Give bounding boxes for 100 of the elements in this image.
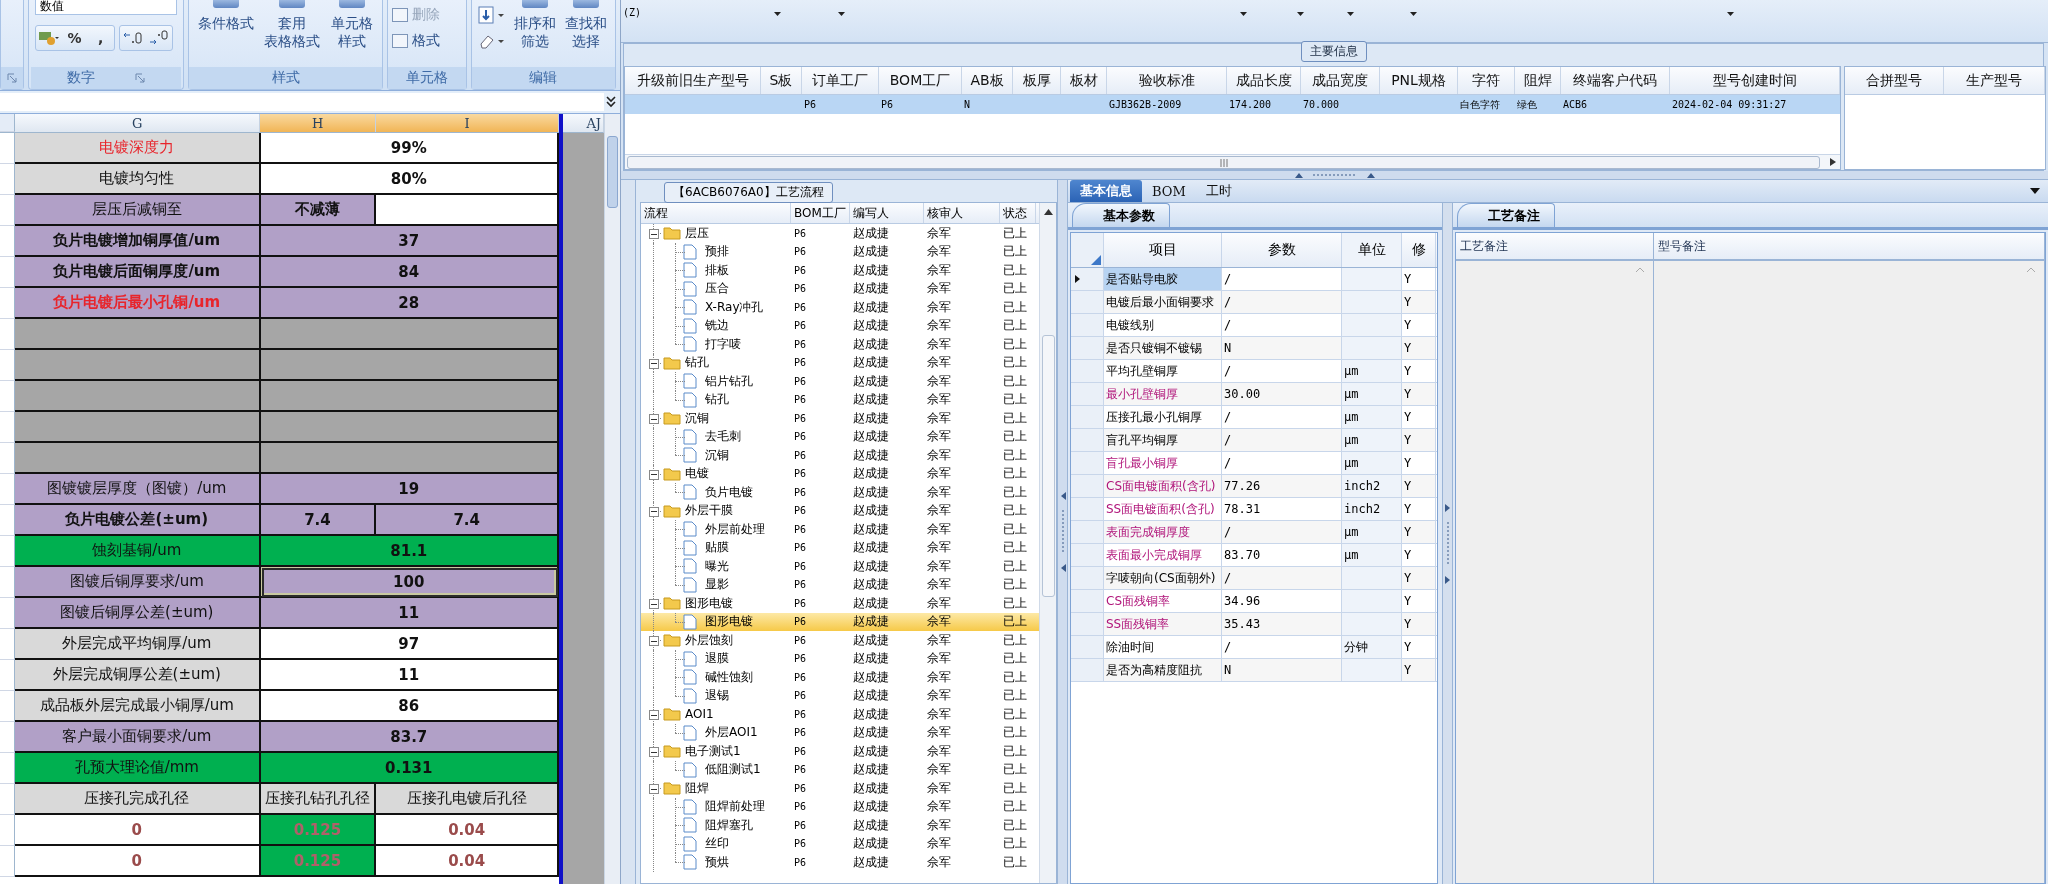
- collapse-toggle[interactable]: [649, 784, 659, 794]
- column-header[interactable]: 验收标准: [1107, 67, 1227, 94]
- expand-icon[interactable]: [604, 94, 618, 110]
- collapse-toggle[interactable]: [649, 358, 659, 369]
- scroll-up-icon[interactable]: [1043, 209, 1053, 215]
- table-row[interactable]: P6 P6 N GJB362B-2009 174.200 70.000 白色字符 绿色 ACB6 2024-02-04 09:31:27: [625, 95, 1840, 114]
- tree-row[interactable]: 退锡 P6 赵成捷 佘军 已上: [641, 686, 1039, 705]
- column-header[interactable]: 合拼型号: [1845, 67, 1944, 94]
- horizontal-scrollbar[interactable]: [625, 154, 1840, 169]
- tree-row[interactable]: AOI1 P6 赵成捷 佘军 已上: [641, 705, 1039, 724]
- ribbon-button[interactable]: 单元格 样式: [328, 0, 375, 50]
- column-header[interactable]: 工艺备注: [1456, 233, 1654, 259]
- collapse-toggle[interactable]: [649, 414, 659, 424]
- tree-row[interactable]: X-Ray冲孔 P6 赵成捷 佘军 已上: [641, 298, 1039, 317]
- row-header[interactable]: [1071, 268, 1104, 290]
- caret-icon[interactable]: [1410, 12, 1417, 16]
- column-header[interactable]: 成品长度: [1227, 67, 1301, 94]
- tree-row[interactable]: 显影 P6 赵成捷 佘军 已上: [641, 575, 1039, 594]
- tree-row[interactable]: 贴膜 P6 赵成捷 佘军 已上: [641, 538, 1039, 557]
- scroll-right-icon[interactable]: [1830, 158, 1836, 166]
- number-format-dropdown[interactable]: 数值: [34, 0, 178, 15]
- tab[interactable]: 工艺备注: [1457, 203, 1555, 227]
- column-header[interactable]: 项目: [1104, 233, 1222, 267]
- collapse-toggle[interactable]: [649, 506, 659, 517]
- tree-row[interactable]: 钻孔 P6 赵成捷 佘军 已上: [641, 390, 1039, 409]
- column-header[interactable]: 板材: [1061, 67, 1107, 94]
- ribbon-button[interactable]: 排序和 筛选: [512, 0, 559, 50]
- tree-row[interactable]: 层压 P6 赵成捷 佘军 已上: [641, 224, 1039, 243]
- tab[interactable]: 基本参数: [1072, 203, 1170, 227]
- collapse-toggle[interactable]: [649, 599, 659, 609]
- column-header[interactable]: BOM工厂: [791, 203, 850, 223]
- column-header[interactable]: S板: [761, 67, 802, 94]
- tree-row[interactable]: 铝片钻孔 P6 赵成捷 佘军 已上: [641, 372, 1039, 391]
- column-header[interactable]: AB板: [962, 67, 1013, 94]
- ribbon-button[interactable]: 条件格式: [196, 0, 257, 32]
- column-header[interactable]: 终端客户代码: [1561, 67, 1670, 94]
- select-all-corner[interactable]: [0, 114, 15, 132]
- splitter-handle-icon[interactable]: [1294, 172, 1375, 178]
- caret-icon[interactable]: [1727, 12, 1734, 16]
- tree-row[interactable]: 阻焊塞孔 P6 赵成捷 佘军 已上: [641, 816, 1039, 835]
- column-header[interactable]: 流程: [641, 203, 791, 223]
- collapse-toggle[interactable]: [649, 747, 659, 757]
- splitter-handle-icon[interactable]: [1059, 492, 1066, 572]
- caret-icon[interactable]: [1297, 12, 1304, 16]
- tree-row[interactable]: 外层干膜 P6 赵成捷 佘军 已上: [641, 501, 1039, 520]
- caret-icon[interactable]: [774, 12, 781, 16]
- column-header[interactable]: 核审人: [924, 203, 1000, 223]
- collapse-toggle[interactable]: [649, 469, 659, 480]
- tree-row[interactable]: 阻焊 P6 赵成捷 佘军 已上: [641, 779, 1039, 798]
- column-header[interactable]: 成品宽度: [1301, 67, 1380, 94]
- column-header[interactable]: I: [376, 114, 559, 132]
- tree-row[interactable]: 外层前处理 P6 赵成捷 佘军 已上: [641, 520, 1039, 539]
- ribbon-button[interactable]: 套用 表格格式: [262, 0, 323, 50]
- percent-button[interactable]: %: [61, 26, 88, 50]
- tree-row[interactable]: 曝光 P6 赵成捷 佘军 已上: [641, 557, 1039, 576]
- column-header[interactable]: 升级前旧生产型号: [625, 67, 761, 94]
- column-header[interactable]: H: [260, 114, 377, 132]
- collapse-toggle[interactable]: [649, 636, 659, 646]
- tree-row[interactable]: 铣边 P6 赵成捷 佘军 已上: [641, 316, 1039, 335]
- column-header[interactable]: BOM工厂: [879, 67, 962, 94]
- tree-row[interactable]: 阻焊前处理 P6 赵成捷 佘军 已上: [641, 797, 1039, 816]
- ribbon-button[interactable]: 格式: [391, 32, 462, 50]
- column-header[interactable]: 阻焊: [1515, 67, 1561, 94]
- vertical-scrollbar[interactable]: [1039, 203, 1056, 883]
- tab[interactable]: 工时: [1195, 180, 1242, 202]
- tree-row[interactable]: 预烘 P6 赵成捷 佘军 已上: [641, 853, 1039, 872]
- collapse-toggle[interactable]: [649, 229, 659, 239]
- tree-row[interactable]: 打字唛 P6 赵成捷 佘军 已上: [641, 335, 1039, 354]
- splitter-handle-icon[interactable]: [1444, 503, 1451, 584]
- column-header[interactable]: 型号备注: [1654, 233, 2045, 259]
- column-header[interactable]: PNL规格: [1380, 67, 1458, 94]
- comma-button[interactable]: ,: [87, 26, 114, 50]
- ribbon-button[interactable]: 查找和 选择: [562, 0, 609, 50]
- tree-row[interactable]: 图形电镀 P6 赵成捷 佘军 已上: [641, 612, 1039, 631]
- column-header[interactable]: 生产型号: [1944, 67, 2045, 94]
- tab[interactable]: 基本信息: [1070, 180, 1142, 202]
- tree-row[interactable]: 低阻测试1 P6 赵成捷 佘军 已上: [641, 760, 1039, 779]
- tree-row[interactable]: 丝印 P6 赵成捷 佘军 已上: [641, 834, 1039, 853]
- dialog-launcher-icon[interactable]: [6, 73, 17, 83]
- tree-row[interactable]: 外层AOI1 P6 赵成捷 佘军 已上: [641, 723, 1039, 742]
- vertical-scrollbar[interactable]: [604, 114, 620, 884]
- collapse-toggle[interactable]: [649, 710, 659, 720]
- tree-row[interactable]: 沉铜 P6 赵成捷 佘军 已上: [641, 446, 1039, 465]
- caret-icon[interactable]: [2030, 188, 2040, 194]
- column-header[interactable]: 状态: [1000, 203, 1036, 223]
- caret-icon[interactable]: [1240, 12, 1247, 16]
- tree-row[interactable]: 碱性蚀刻 P6 赵成捷 佘军 已上: [641, 668, 1039, 687]
- tree-row[interactable]: 电子测试1 P6 赵成捷 佘军 已上: [641, 742, 1039, 761]
- tree-row[interactable]: 去毛刺 P6 赵成捷 佘军 已上: [641, 427, 1039, 446]
- tree-row[interactable]: 图形电镀 P6 赵成捷 佘军 已上: [641, 594, 1039, 613]
- column-header[interactable]: 型号创建时间: [1670, 67, 1840, 94]
- caret-icon[interactable]: [838, 12, 845, 16]
- column-header[interactable]: 订单工厂: [802, 67, 879, 94]
- column-header[interactable]: AJ: [563, 114, 604, 133]
- tree-row[interactable]: 负片电镀 P6 赵成捷 佘军 已上: [641, 483, 1039, 502]
- column-header[interactable]: 板厚: [1013, 67, 1061, 94]
- tree-row[interactable]: 退膜 P6 赵成捷 佘军 已上: [641, 649, 1039, 668]
- dialog-launcher-icon[interactable]: [135, 73, 145, 83]
- caret-icon[interactable]: [1347, 12, 1354, 16]
- column-header[interactable]: 修: [1402, 233, 1436, 267]
